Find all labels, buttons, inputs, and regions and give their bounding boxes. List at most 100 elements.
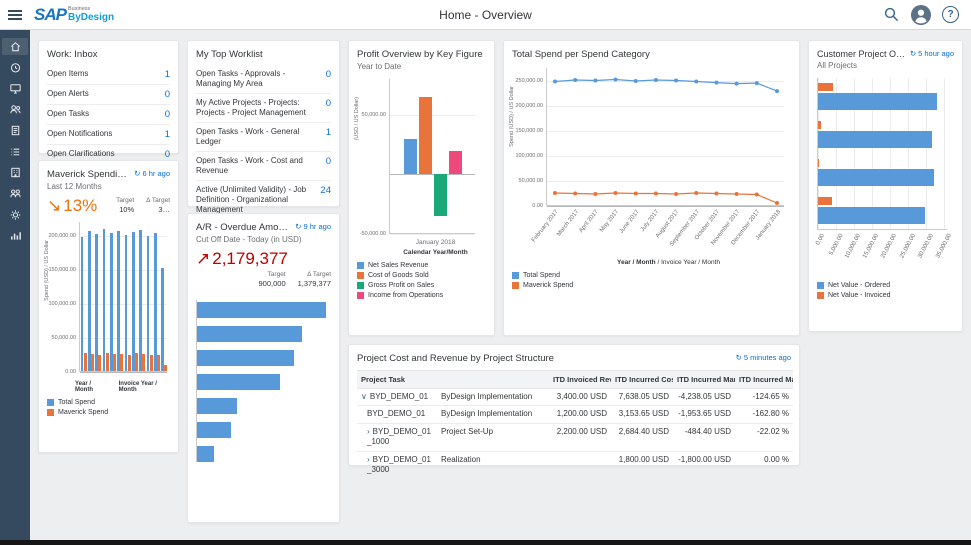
bar[interactable] bbox=[117, 231, 120, 372]
bar[interactable] bbox=[128, 355, 131, 371]
bar-invoiced[interactable] bbox=[818, 121, 821, 129]
table-row[interactable]: ›BYD_DEMO_01_3000Realization1,800.00 USD… bbox=[357, 451, 793, 479]
bar[interactable] bbox=[88, 231, 91, 371]
bar-ordered[interactable] bbox=[818, 169, 934, 186]
data-point[interactable] bbox=[553, 80, 557, 84]
bar[interactable] bbox=[110, 233, 113, 371]
data-point[interactable] bbox=[694, 80, 698, 84]
bar[interactable] bbox=[98, 355, 101, 371]
data-point[interactable] bbox=[775, 201, 779, 205]
data-point[interactable] bbox=[654, 192, 658, 196]
inbox-item[interactable]: Open Tasks 0 bbox=[47, 104, 170, 124]
column-header[interactable]: ITD Incurred Margin % bbox=[735, 371, 793, 389]
legend-item[interactable]: Maverick Spend bbox=[47, 409, 170, 416]
bar[interactable] bbox=[81, 237, 84, 371]
bar[interactable] bbox=[404, 139, 417, 175]
data-point[interactable] bbox=[553, 191, 557, 195]
help-icon[interactable]: ? bbox=[942, 6, 959, 23]
bar-invoiced[interactable] bbox=[818, 197, 832, 205]
bar[interactable] bbox=[434, 174, 447, 216]
bar[interactable] bbox=[147, 236, 150, 371]
bar-ordered[interactable] bbox=[818, 207, 925, 224]
bar[interactable] bbox=[91, 354, 94, 371]
inbox-item[interactable]: Open Alerts 0 bbox=[47, 84, 170, 104]
data-point[interactable] bbox=[674, 79, 678, 83]
bar[interactable] bbox=[154, 233, 157, 371]
data-point[interactable] bbox=[735, 82, 739, 86]
bar[interactable] bbox=[161, 268, 164, 371]
expand-icon[interactable]: ∨ bbox=[361, 392, 367, 401]
sidebar-item-company[interactable] bbox=[2, 164, 28, 181]
legend-item[interactable]: Cost of Goods Sold bbox=[357, 272, 486, 279]
user-avatar[interactable] bbox=[911, 5, 931, 25]
bar[interactable] bbox=[197, 398, 237, 414]
worklist-item[interactable]: My Active Projects - Projects: Projects … bbox=[196, 93, 331, 122]
sidebar-item-news[interactable] bbox=[2, 80, 28, 97]
sidebar-item-customers[interactable] bbox=[2, 101, 28, 118]
legend-item[interactable]: Total Spend bbox=[512, 272, 791, 279]
data-point[interactable] bbox=[614, 191, 618, 195]
bar[interactable] bbox=[120, 354, 123, 371]
sidebar-item-people[interactable] bbox=[2, 185, 28, 202]
bar-invoiced[interactable] bbox=[818, 159, 819, 167]
legend-item[interactable]: Net Value - Ordered bbox=[817, 282, 954, 289]
data-point[interactable] bbox=[674, 192, 678, 196]
column-header[interactable]: Project Task bbox=[357, 371, 437, 389]
bar[interactable] bbox=[197, 326, 302, 342]
search-icon[interactable] bbox=[883, 6, 900, 23]
legend-item[interactable]: Net Sales Revenue bbox=[357, 262, 486, 269]
data-point[interactable] bbox=[755, 81, 759, 85]
bar[interactable] bbox=[95, 234, 98, 371]
data-point[interactable] bbox=[573, 192, 577, 196]
bar[interactable] bbox=[103, 229, 106, 371]
bar[interactable] bbox=[449, 151, 462, 175]
worklist-item[interactable]: Open Tasks - Work - Cost and Revenue 0 bbox=[196, 151, 331, 180]
legend-item[interactable]: Maverick Spend bbox=[512, 282, 791, 289]
table-row[interactable]: BYD_DEMO_01ByDesign Implementation1,200.… bbox=[357, 406, 793, 423]
sidebar-item-settings[interactable] bbox=[2, 206, 28, 223]
bar[interactable] bbox=[125, 235, 128, 371]
table-row[interactable]: ›BYD_DEMO_01_1000Project Set-Up2,200.00 … bbox=[357, 423, 793, 451]
bar[interactable] bbox=[419, 97, 432, 175]
legend-item[interactable]: Income from Operations bbox=[357, 292, 486, 299]
column-header[interactable] bbox=[437, 371, 549, 389]
expand-icon[interactable]: › bbox=[367, 427, 370, 436]
worklist-item[interactable]: Open Tasks - Approvals - Managing My Are… bbox=[196, 65, 331, 93]
column-header[interactable]: ITD Incurred Margin bbox=[673, 371, 735, 389]
legend-item[interactable]: Net Value - Invoiced bbox=[817, 292, 954, 299]
sidebar-item-history[interactable] bbox=[2, 59, 28, 76]
bar-ordered[interactable] bbox=[818, 131, 932, 148]
data-point[interactable] bbox=[593, 79, 597, 83]
data-point[interactable] bbox=[715, 81, 719, 85]
refresh-timestamp[interactable]: ↻9 hr ago bbox=[295, 222, 331, 231]
bar[interactable] bbox=[197, 374, 280, 390]
data-point[interactable] bbox=[614, 78, 618, 82]
bar[interactable] bbox=[84, 353, 87, 371]
data-point[interactable] bbox=[573, 78, 577, 82]
bar[interactable] bbox=[150, 355, 153, 371]
bar[interactable] bbox=[157, 355, 160, 371]
column-header[interactable]: ITD Invoiced Revenue bbox=[549, 371, 611, 389]
sidebar-item-analytics[interactable] bbox=[2, 227, 28, 244]
sidebar-item-worklist[interactable] bbox=[2, 143, 28, 160]
bar[interactable] bbox=[132, 232, 135, 371]
data-point[interactable] bbox=[694, 191, 698, 195]
bar[interactable] bbox=[197, 422, 231, 438]
data-point[interactable] bbox=[755, 193, 759, 197]
bar[interactable] bbox=[142, 354, 145, 371]
bar-ordered[interactable] bbox=[818, 93, 937, 110]
bar[interactable] bbox=[139, 230, 142, 371]
bar[interactable] bbox=[106, 353, 109, 371]
column-header[interactable]: ITD Incurred Cost bbox=[611, 371, 673, 389]
data-point[interactable] bbox=[775, 89, 779, 93]
legend-item[interactable]: Total Spend bbox=[47, 399, 170, 406]
data-point[interactable] bbox=[593, 192, 597, 196]
sidebar-item-home[interactable] bbox=[2, 38, 28, 55]
inbox-item[interactable]: Open Notifications 1 bbox=[47, 124, 170, 144]
inbox-item[interactable]: Open Items 1 bbox=[47, 65, 170, 84]
bar[interactable] bbox=[197, 446, 214, 462]
data-point[interactable] bbox=[735, 192, 739, 196]
bar[interactable] bbox=[197, 350, 294, 366]
bar[interactable] bbox=[135, 353, 138, 371]
refresh-timestamp[interactable]: ↻6 hr ago bbox=[134, 169, 170, 178]
